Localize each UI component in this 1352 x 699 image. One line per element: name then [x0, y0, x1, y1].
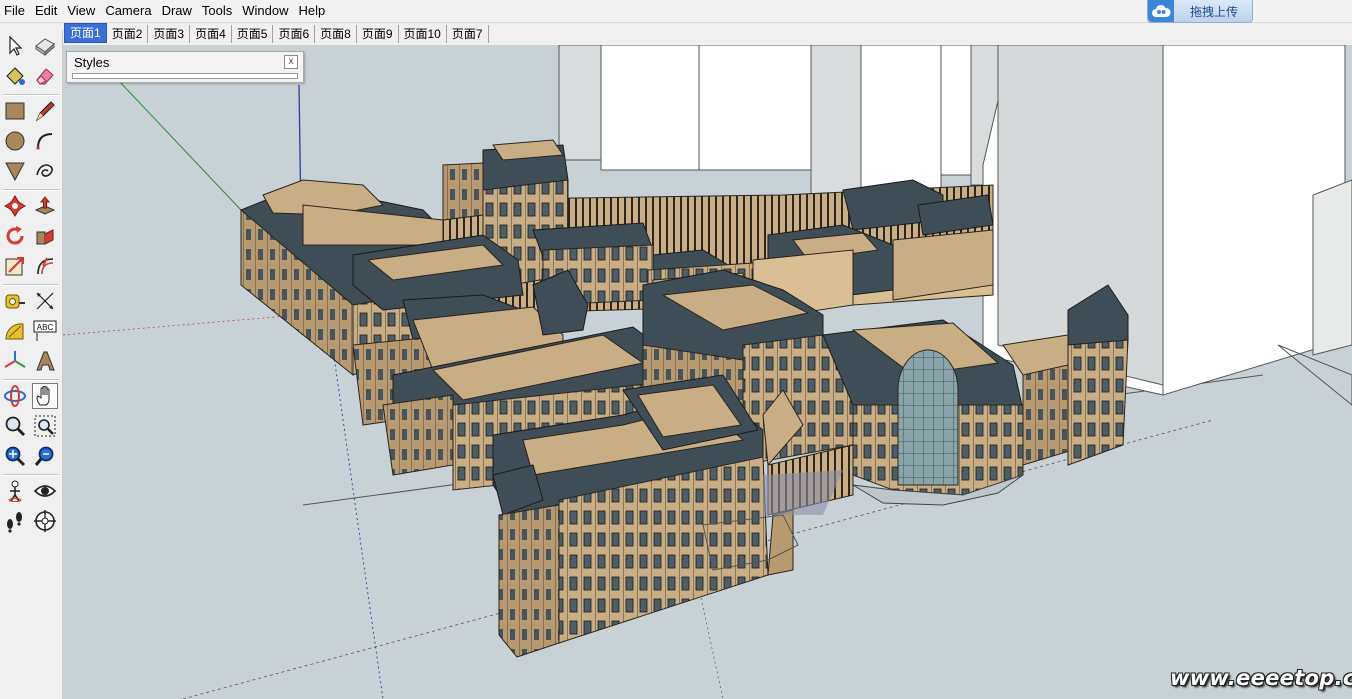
walk-icon[interactable]	[2, 508, 28, 534]
tab-scene-7[interactable]: 页面7	[446, 25, 489, 43]
close-icon[interactable]: x	[284, 55, 298, 69]
dimension-icon[interactable]	[32, 288, 58, 314]
cloud-upload-icon	[1148, 0, 1174, 22]
zoom-icon[interactable]	[2, 413, 28, 439]
push-pull-icon[interactable]	[32, 193, 58, 219]
menu-file[interactable]: File	[0, 0, 30, 22]
menu-tools[interactable]: Tools	[197, 0, 237, 22]
follow-me-icon[interactable]	[32, 223, 58, 249]
menu-view[interactable]: View	[62, 0, 100, 22]
tape-measure-icon[interactable]	[2, 288, 28, 314]
move-icon[interactable]	[2, 193, 28, 219]
tab-scene-8[interactable]: 页面8	[315, 25, 357, 43]
styles-panel-bar[interactable]	[72, 73, 298, 79]
3d-text-icon[interactable]	[32, 348, 58, 374]
paint-bucket-icon[interactable]	[2, 63, 28, 89]
tab-scene-9[interactable]: 页面9	[356, 25, 399, 43]
styles-panel-title: Styles	[74, 55, 110, 70]
polygon-icon[interactable]	[2, 158, 28, 184]
modeling-viewport[interactable]	[63, 45, 1352, 699]
orbit-icon[interactable]	[2, 383, 28, 409]
large-tool-set: ABC	[0, 30, 63, 699]
upload-button[interactable]: 拖拽上传	[1147, 0, 1253, 23]
menu-draw[interactable]: Draw	[157, 0, 197, 22]
tab-scene-3[interactable]: 页面3	[148, 25, 191, 43]
freehand-icon[interactable]	[32, 158, 58, 184]
tab-scene-4[interactable]: 页面4	[190, 25, 232, 43]
previous-view-icon[interactable]	[32, 443, 58, 469]
make-component-icon[interactable]	[32, 33, 58, 59]
menu-camera[interactable]: Camera	[100, 0, 156, 22]
look-around-icon[interactable]	[32, 478, 58, 504]
rotate-icon[interactable]	[2, 223, 28, 249]
eraser-icon[interactable]	[32, 63, 58, 89]
rectangle-icon[interactable]	[2, 98, 28, 124]
zoom-window-icon[interactable]	[32, 413, 58, 439]
scale-icon[interactable]	[2, 253, 28, 279]
menu-help[interactable]: Help	[294, 0, 331, 22]
text-icon[interactable]: ABC	[32, 318, 58, 344]
upload-button-label: 拖拽上传	[1190, 4, 1239, 19]
scene-tabs: 页面1 页面2 页面3 页面4 页面5 页面6 页面8 页面9 页面10 页面7	[64, 23, 489, 43]
tab-scene-2[interactable]: 页面2	[106, 25, 149, 43]
text-tool-glyph: ABC	[37, 323, 54, 332]
position-camera-icon[interactable]	[2, 478, 28, 504]
pan-icon[interactable]	[32, 383, 58, 409]
watermark-text: www.eeeetop.com	[1170, 666, 1352, 690]
line-icon[interactable]	[32, 98, 58, 124]
styles-panel[interactable]: Styles x	[66, 51, 304, 83]
tab-scene-5[interactable]: 页面5	[231, 25, 274, 43]
circle-icon[interactable]	[2, 128, 28, 154]
tab-scene-6[interactable]: 页面6	[273, 25, 316, 43]
menu-edit[interactable]: Edit	[30, 0, 62, 22]
zoom-extents-icon[interactable]	[2, 443, 28, 469]
offset-icon[interactable]	[32, 253, 58, 279]
architecture-model-scene	[63, 45, 1352, 699]
menu-window[interactable]: Window	[237, 0, 293, 22]
axes-icon[interactable]	[2, 348, 28, 374]
select-icon[interactable]	[2, 33, 28, 59]
section-plane-icon[interactable]	[32, 508, 58, 534]
arc-icon[interactable]	[32, 128, 58, 154]
tab-scene-10[interactable]: 页面10	[398, 25, 447, 43]
protractor-icon[interactable]	[2, 318, 28, 344]
tab-scene-1[interactable]: 页面1	[64, 23, 107, 43]
